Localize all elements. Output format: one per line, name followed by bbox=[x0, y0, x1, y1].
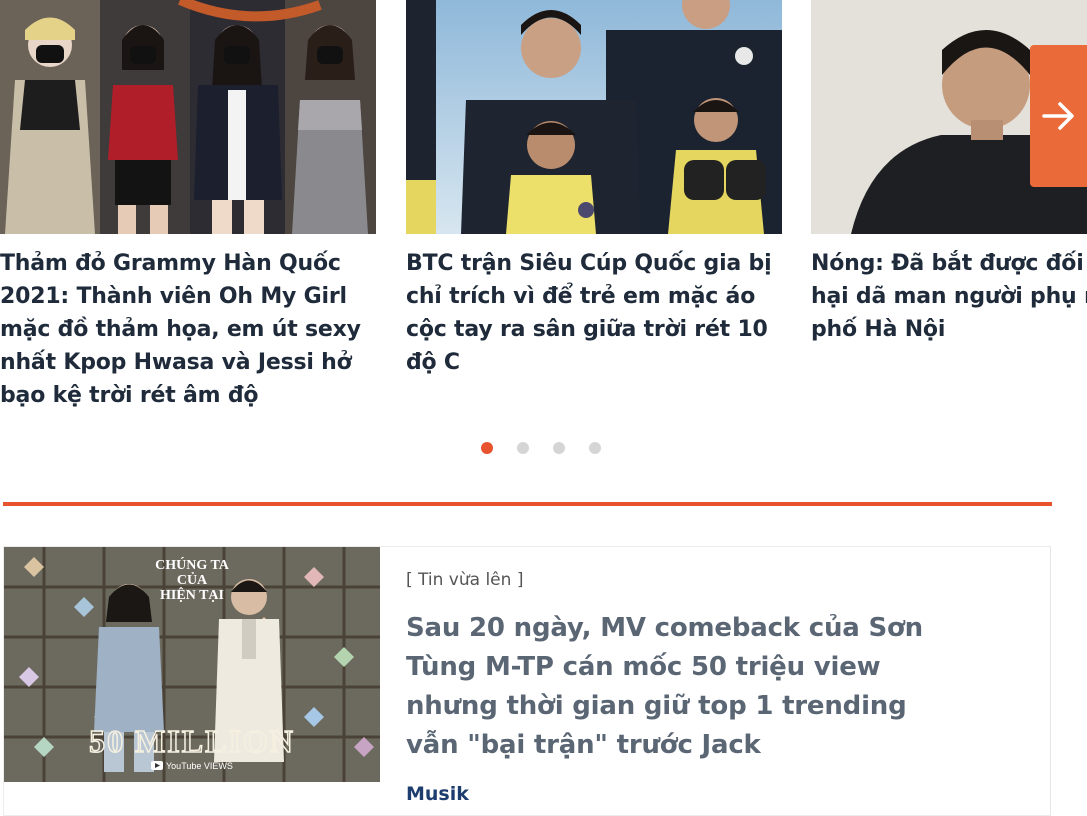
carousel-dot-3[interactable] bbox=[553, 442, 565, 454]
card-title-line: hại dã man người phụ n bbox=[811, 284, 1087, 309]
thumb-heading: HIỆN TẠI bbox=[160, 586, 224, 603]
card-title[interactable]: Thảm đỏ Grammy Hàn Quốc 2021: Thành viên… bbox=[0, 247, 376, 412]
carousel-dot-1[interactable] bbox=[481, 442, 493, 454]
card-title[interactable]: Nóng: Đã bắt được đối t hại dã man người… bbox=[811, 247, 1087, 346]
super-cup-players-image[interactable] bbox=[406, 0, 782, 234]
news-tag: [ Tin vừa lên ] bbox=[406, 570, 524, 590]
section-divider bbox=[3, 502, 1052, 506]
card-title-line: phố Hà Nội bbox=[811, 317, 946, 342]
arrow-right-icon bbox=[1041, 102, 1074, 130]
carousel-dot-4[interactable] bbox=[589, 442, 601, 454]
carousel-pagination bbox=[481, 442, 601, 454]
thumb-heading: CHÚNG TA bbox=[155, 556, 230, 573]
carousel-dot-2[interactable] bbox=[517, 442, 529, 454]
carousel-card-grammy[interactable]: Thảm đỏ Grammy Hàn Quốc 2021: Thành viên… bbox=[0, 0, 376, 412]
carousel-card-super-cup[interactable]: BTC trận Siêu Cúp Quốc gia bị chỉ trích … bbox=[406, 0, 782, 379]
thumb-big-text: 50 MILLION bbox=[89, 723, 295, 759]
carousel-next-button[interactable] bbox=[1030, 45, 1087, 187]
news-category[interactable]: Musik bbox=[406, 783, 469, 805]
thumb-heading: CỦA bbox=[177, 571, 208, 588]
grammy-red-carpet-image[interactable] bbox=[0, 0, 376, 234]
card-title[interactable]: BTC trận Siêu Cúp Quốc gia bị chỉ trích … bbox=[406, 247, 782, 379]
card-title-line: Nóng: Đã bắt được đối t bbox=[811, 251, 1087, 276]
featured-news-item[interactable]: CHÚNG TA CỦA HIỆN TẠI 50 MILLION YouTube… bbox=[3, 546, 1051, 816]
mv-50-million-thumbnail[interactable]: CHÚNG TA CỦA HIỆN TẠI 50 MILLION YouTube… bbox=[4, 547, 380, 782]
thumb-badge: YouTube VIEWS bbox=[166, 761, 233, 771]
news-title[interactable]: Sau 20 ngày, MV comeback của Sơn Tùng M-… bbox=[406, 609, 966, 765]
news-carousel: Thảm đỏ Grammy Hàn Quốc 2021: Thành viên… bbox=[0, 0, 1087, 420]
